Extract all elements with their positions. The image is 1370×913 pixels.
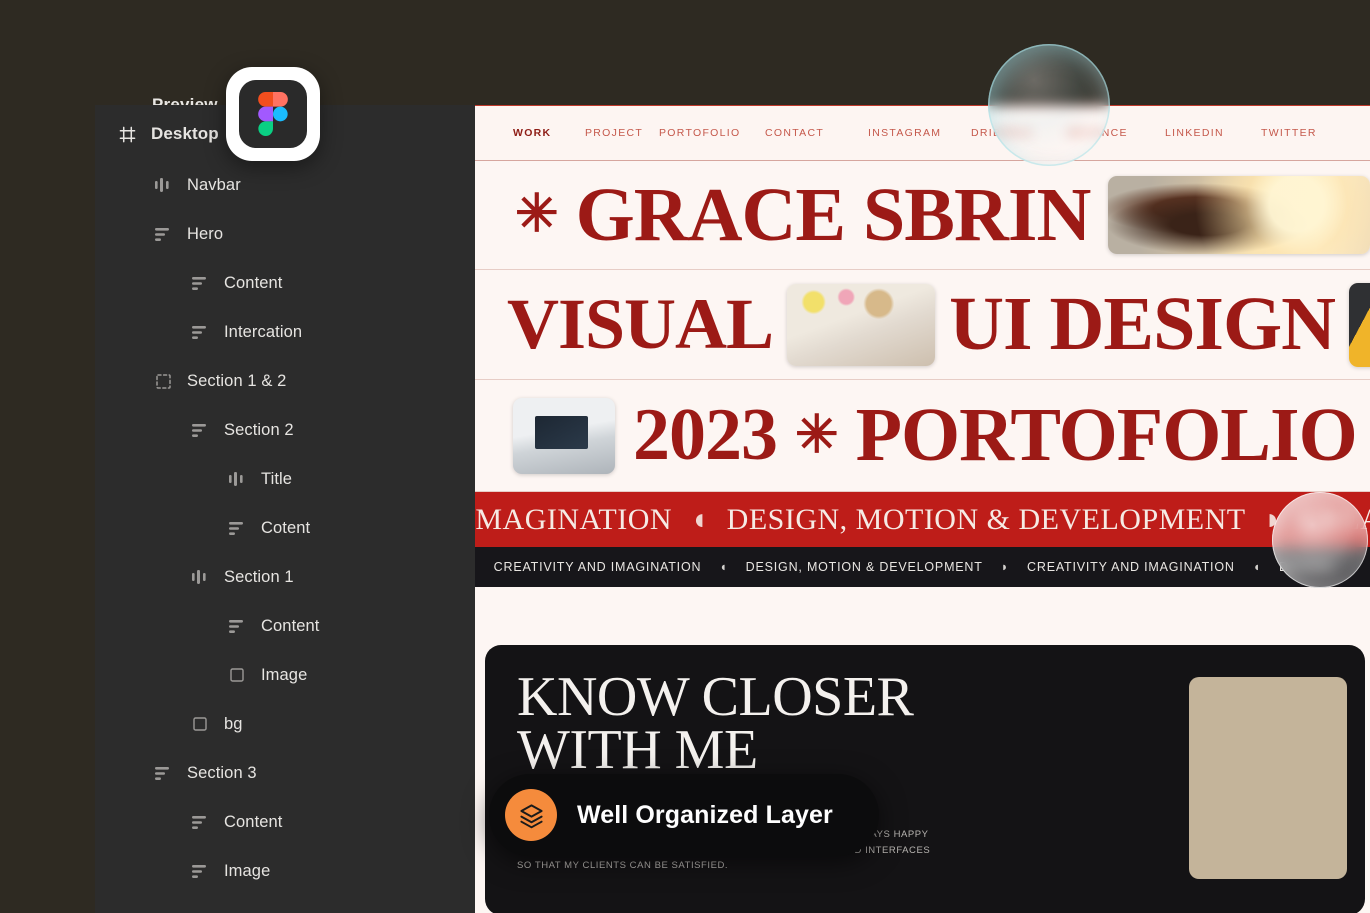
layer-label-section3-content: Content [224, 812, 283, 831]
layer-row-hero-content[interactable]: Content [190, 267, 475, 299]
layer-label-section-1: Section 1 [224, 567, 294, 586]
autolayout-vertical-icon [190, 861, 210, 881]
autolayout-vertical-icon [190, 420, 210, 440]
layer-label-intercation: Intercation [224, 322, 303, 341]
half-circle-icon-4: ◖ [719, 560, 728, 574]
layer-row-navbar[interactable]: Navbar [153, 169, 475, 201]
marquee-black-seg-4: CREATIVITY AND IMAGINATION [1027, 560, 1235, 574]
nav-item-contact[interactable]: CONTACT [765, 127, 868, 139]
hero-word-uidesign: UI DESIGN [949, 282, 1336, 367]
layer-label-section-3: Section 3 [187, 763, 257, 782]
group-icon [153, 371, 173, 391]
half-circle-icon-6: ◖ [1252, 560, 1262, 574]
marquee-black-seg-2: CREATIVITY AND IMAGINATION [493, 560, 702, 574]
autolayout-horizontal-icon [153, 175, 173, 195]
hero-image-branding [1348, 282, 1370, 367]
asterisk-icon: ✳ [515, 186, 559, 244]
hero-image-portrait [1108, 176, 1370, 254]
layer-row-title[interactable]: Title [227, 463, 475, 495]
layer-row-section3-image[interactable]: Image [190, 855, 475, 887]
autolayout-vertical-icon [190, 273, 210, 293]
half-circle-icon-5: ◗ [1000, 560, 1010, 574]
layer-row-bg[interactable]: bg [190, 708, 475, 740]
layer-label-section-1-and-2: Section 1 & 2 [187, 371, 287, 390]
layer-row-section3-content[interactable]: Content [190, 806, 475, 838]
screenshot-root: WORK PROJECT PORTOFOLIO CONTACT INSTAGRA… [0, 0, 1370, 913]
hero-word-portofolio: PORTOFOLIO [855, 393, 1358, 478]
layer-label-section1-content: Content [261, 616, 320, 635]
hero-year-2023: 2023 [633, 393, 778, 476]
half-circle-icon: ◖ [690, 502, 709, 536]
autolayout-vertical-icon [153, 224, 173, 244]
nav-item-portofolio[interactable]: PORTOFOLIO [659, 127, 765, 139]
rectangle-icon [190, 714, 210, 734]
marquee-red-seg-2: DESIGN, MOTION & DEVELOPMENT [726, 502, 1246, 536]
nav-item-linkedin[interactable]: LINKEDIN [1165, 127, 1261, 139]
nav-item-work[interactable]: WORK [513, 127, 585, 139]
autolayout-vertical-icon [153, 763, 173, 783]
about-title: KNOW CLOSER WITH ME [517, 666, 914, 781]
about-title-line-1: KNOW CLOSER [517, 666, 914, 728]
autolayout-vertical-icon [227, 518, 247, 538]
half-circle-icon-3: ◗ [475, 560, 476, 574]
about-title-line-2: WITH ME [517, 718, 758, 781]
layer-label-cotent: Cotent [261, 518, 311, 537]
hero-image-sketch [787, 283, 936, 366]
badge-label: Well Organized Layer [577, 800, 833, 829]
hero-row-3: 2023 ✳ PORTOFOLIO [475, 380, 1370, 492]
layer-label-section3-image: Image [224, 861, 271, 880]
hero-row-2: VISUAL UI DESIGN [475, 270, 1370, 380]
rectangle-icon [227, 665, 247, 685]
layer-label-desktop: Desktop [151, 124, 219, 143]
layer-label-hero-content: Content [224, 273, 283, 292]
hero-image-laptop [513, 397, 615, 474]
nav-item-dribbble[interactable]: DRIBBBLE [971, 127, 1068, 139]
marquee-red-seg-3: CREATIVITY AND IM [1300, 502, 1370, 536]
layer-row-section1-content[interactable]: Content [227, 610, 475, 642]
layer-label-section1-image: Image [261, 665, 308, 684]
well-organized-layer-badge: Well Organized Layer [489, 774, 879, 856]
marquee-red-seg-1: Y AND IMAGINATION [475, 502, 673, 536]
half-circle-icon-2: ◗ [1263, 502, 1283, 536]
nav-item-project[interactable]: PROJECT [585, 127, 659, 139]
layer-row-section-2[interactable]: Section 2 [190, 414, 475, 446]
site-navbar: WORK PROJECT PORTOFOLIO CONTACT INSTAGRA… [475, 105, 1370, 161]
hero-title-name: GRACE SBRIN [575, 172, 1092, 257]
figma-app-icon-tile [226, 67, 320, 161]
layer-row-intercation[interactable]: Intercation [190, 316, 475, 348]
layer-row-hero[interactable]: Hero [153, 218, 475, 250]
marquee-black: VELOPMENT ◗ CREATIVITY AND IMAGINATION ◖… [475, 547, 1370, 587]
layer-label-hero: Hero [187, 224, 224, 243]
layer-row-section-1[interactable]: Section 1 [190, 561, 475, 593]
layer-row-partial[interactable] [153, 904, 475, 913]
hero-row-1: ✳ GRACE SBRIN 199X [475, 161, 1370, 270]
nav-item-behance[interactable]: BEHANCE [1068, 127, 1165, 139]
marquee-red: Y AND IMAGINATION ◖ DESIGN, MOTION & DEV… [475, 492, 1370, 547]
hero-word-visual: VISUAL [507, 283, 774, 364]
layer-label-bg: bg [224, 714, 243, 733]
marquee-black-seg-3: DESIGN, MOTION & DEVELOPMENT [745, 560, 983, 574]
layer-label-title: Title [261, 469, 293, 488]
autolayout-horizontal-icon [227, 469, 247, 489]
layer-row-section-3[interactable]: Section 3 [153, 757, 475, 789]
about-portrait-image [1189, 677, 1347, 879]
layers-stack-icon [505, 789, 557, 841]
autolayout-horizontal-icon [190, 567, 210, 587]
figma-layers-panel: Desktop Navbar Hero Content Intercation … [95, 105, 475, 913]
autolayout-vertical-icon [227, 616, 247, 636]
autolayout-vertical-icon [190, 812, 210, 832]
layer-row-section1-image[interactable]: Image [227, 659, 475, 691]
layer-row-cotent[interactable]: Cotent [227, 512, 475, 544]
asterisk-icon-2: ✳ [795, 406, 839, 464]
autolayout-vertical-icon [190, 322, 210, 342]
layer-row-section-1-and-2[interactable]: Section 1 & 2 [153, 365, 475, 397]
layer-label-navbar: Navbar [187, 175, 241, 194]
marquee-black-seg-5: DESIGN, [1279, 560, 1337, 574]
layer-label-section-2: Section 2 [224, 420, 294, 439]
figma-logo-icon [239, 80, 307, 148]
nav-item-twitter[interactable]: TWITTER [1261, 127, 1341, 139]
frame-icon [117, 124, 137, 144]
nav-item-instagram[interactable]: INSTAGRAM [868, 127, 971, 139]
